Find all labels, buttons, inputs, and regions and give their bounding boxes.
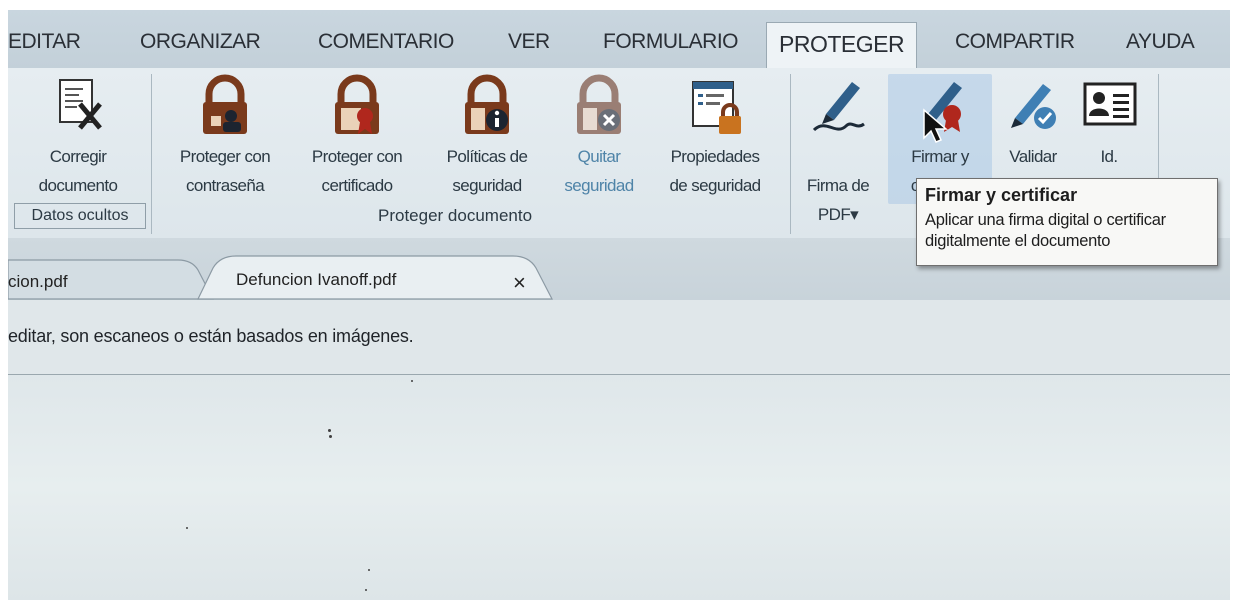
pdf-signature-text: Firma de PDF bbox=[806, 176, 870, 224]
pdf-signature-icon bbox=[812, 82, 865, 132]
document-page bbox=[8, 375, 1230, 600]
security-policies-button[interactable]: Políticas de seguridad bbox=[428, 74, 546, 200]
remove-security-button[interactable]: Quitar seguridad bbox=[553, 74, 645, 200]
tab-editar[interactable]: EDITAR bbox=[8, 30, 81, 54]
certificate-lock-icon bbox=[335, 74, 379, 134]
page-speck bbox=[368, 569, 370, 571]
tab-compartir[interactable]: COMPARTIR bbox=[955, 30, 1075, 54]
close-icon[interactable]: × bbox=[513, 270, 526, 296]
notification-text: editar, son escaneos o están basados en … bbox=[8, 326, 414, 346]
protect-password-button[interactable]: Proteger con contraseña bbox=[166, 74, 284, 200]
pdf-signature-button[interactable]: Firma de PDF▾ bbox=[798, 74, 878, 229]
validate-label: Validar bbox=[1009, 147, 1057, 166]
id-card-icon bbox=[1083, 82, 1137, 126]
id-label: Id. bbox=[1100, 147, 1118, 166]
validate-signature-icon bbox=[1011, 84, 1056, 129]
menu-bar: EDITAR ORGANIZAR COMENTARIO VER FORMULAR… bbox=[8, 10, 1230, 69]
pdf-signature-label: Firma de PDF▾ bbox=[798, 142, 878, 229]
policy-lock-icon bbox=[465, 74, 509, 134]
mouse-cursor-icon bbox=[923, 108, 948, 143]
page-speck bbox=[365, 589, 367, 591]
tooltip-title: Firmar y certificar bbox=[925, 185, 1078, 205]
redact-document-icon bbox=[59, 79, 102, 130]
group-label-hidden-data: Datos ocultos bbox=[14, 203, 146, 229]
tab-comentario[interactable]: COMENTARIO bbox=[318, 30, 454, 54]
page-speck bbox=[328, 429, 331, 432]
tab-ayuda[interactable]: AYUDA bbox=[1126, 30, 1195, 54]
page-speck bbox=[411, 380, 413, 382]
chevron-down-icon: ▾ bbox=[850, 205, 859, 224]
tab-organizar[interactable]: ORGANIZAR bbox=[140, 30, 261, 54]
validate-button[interactable]: Validar bbox=[996, 74, 1070, 171]
tab-formulario[interactable]: FORMULARIO bbox=[603, 30, 739, 54]
group-label-protect-document: Proteger documento bbox=[378, 206, 533, 225]
document-tab-active[interactable]: Defuncion Ivanoff.pdf bbox=[236, 270, 396, 290]
redact-document-button[interactable]: Corregir documento bbox=[28, 74, 128, 200]
page-speck bbox=[186, 527, 188, 529]
security-properties-label: Propiedades de seguridad bbox=[669, 147, 761, 195]
ribbon-separator bbox=[790, 74, 791, 234]
notification-bar: editar, son escaneos o están basados en … bbox=[8, 300, 1230, 375]
protect-certificate-button[interactable]: Proteger con certificado bbox=[298, 74, 416, 200]
remove-security-icon bbox=[577, 74, 621, 134]
tooltip: Firmar y certificar Aplicar una firma di… bbox=[916, 178, 1218, 266]
app-window: EDITAR ORGANIZAR COMENTARIO VER FORMULAR… bbox=[8, 10, 1230, 600]
password-lock-icon bbox=[203, 74, 247, 134]
security-properties-icon bbox=[692, 81, 741, 134]
tab-ver[interactable]: VER bbox=[508, 30, 550, 54]
redact-document-label: Corregir documento bbox=[38, 147, 118, 195]
protect-password-label: Proteger con contraseña bbox=[179, 147, 271, 195]
tooltip-body: Aplicar una firma digital o certificar d… bbox=[925, 211, 1166, 250]
security-policies-label: Políticas de seguridad bbox=[446, 147, 528, 195]
document-tab-previous[interactable]: cion.pdf bbox=[8, 272, 68, 292]
ribbon-separator bbox=[151, 74, 152, 234]
remove-security-label: Quitar seguridad bbox=[564, 147, 634, 195]
id-button[interactable]: Id. bbox=[1074, 74, 1144, 171]
protect-certificate-label: Proteger con certificado bbox=[311, 147, 403, 195]
security-properties-button[interactable]: Propiedades de seguridad bbox=[656, 74, 774, 200]
page-speck bbox=[329, 435, 332, 438]
tab-proteger[interactable]: PROTEGER bbox=[766, 22, 918, 68]
